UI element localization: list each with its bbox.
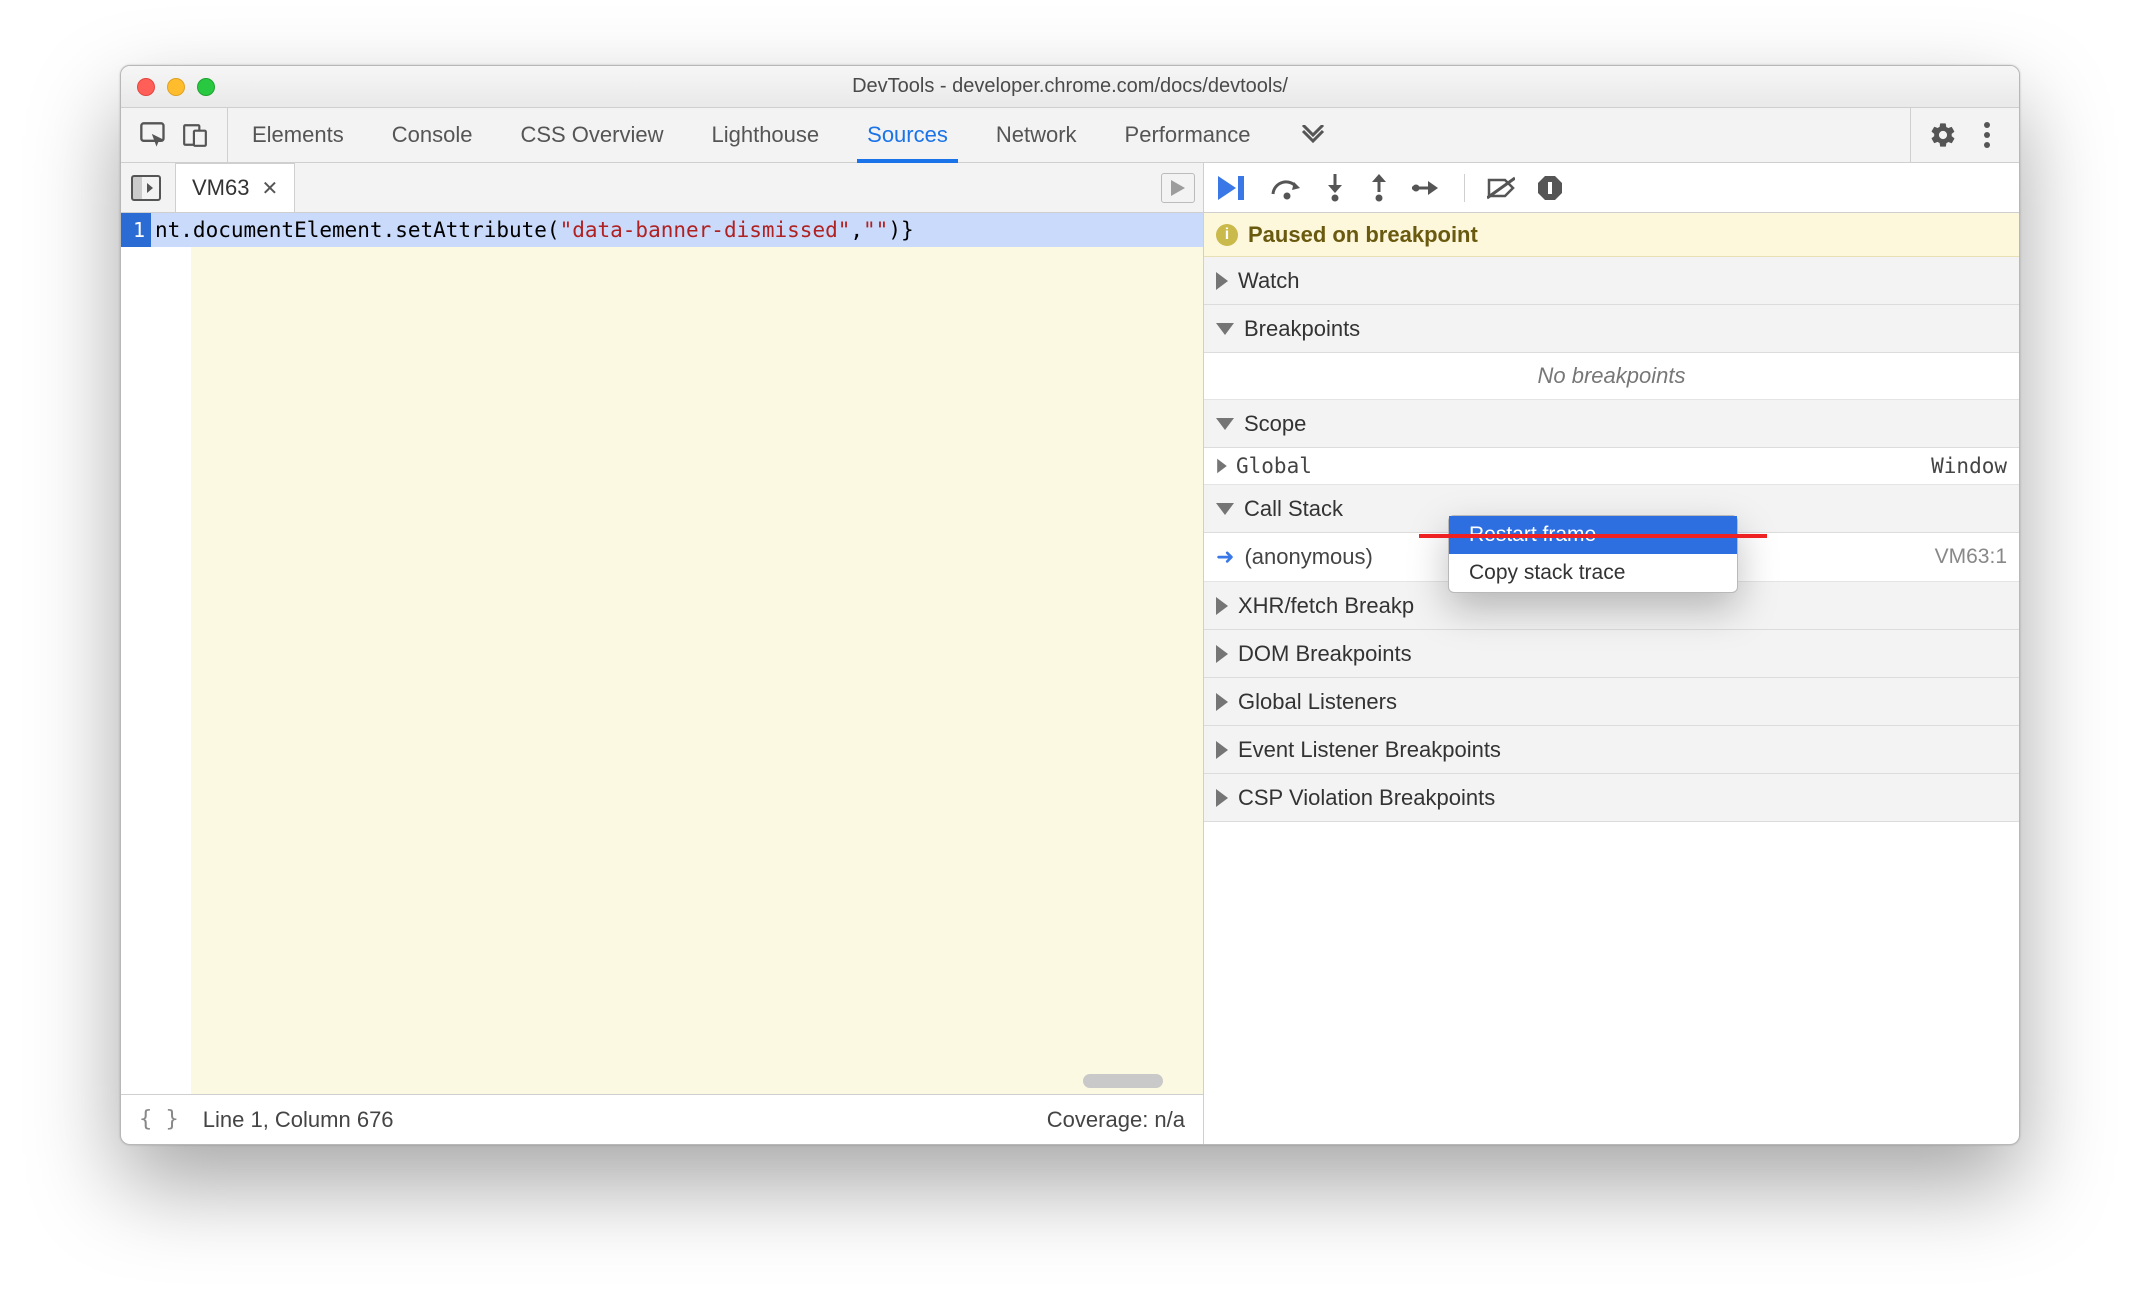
window-title: DevTools - developer.chrome.com/docs/dev… [121, 75, 2019, 98]
chevron-down-icon [1216, 503, 1234, 515]
scope-global-row[interactable]: Global Window [1204, 448, 2019, 484]
inspect-controls [121, 108, 228, 162]
chevron-right-icon [1216, 741, 1228, 759]
debugger-toolbar [1204, 163, 2019, 213]
chevron-down-icon [1216, 323, 1234, 335]
device-toolbar-icon[interactable] [177, 117, 213, 153]
source-editor-pane: VM63 ✕ 1 nt.documentElement.setAttribute… [121, 163, 1204, 1144]
no-breakpoints-text: No breakpoints [1204, 353, 2019, 399]
source-file-name: VM63 [192, 175, 249, 201]
chevron-right-icon [1216, 272, 1228, 290]
close-tab-icon[interactable]: ✕ [261, 176, 278, 201]
deactivate-breakpoints-icon[interactable] [1487, 176, 1515, 200]
paused-status: i Paused on breakpoint [1204, 213, 2019, 257]
kebab-menu-icon[interactable] [1969, 117, 2005, 153]
code-editor[interactable]: 1 nt.documentElement.setAttribute("data-… [121, 213, 1203, 1094]
section-csp-breakpoints[interactable]: CSP Violation Breakpoints [1204, 774, 2019, 822]
chevron-right-icon [1217, 459, 1227, 473]
section-global-listeners[interactable]: Global Listeners [1204, 678, 2019, 726]
horizontal-scrollbar[interactable] [1083, 1074, 1163, 1088]
frame-name: (anonymous) [1244, 544, 1372, 570]
section-breakpoints[interactable]: Breakpoints [1204, 305, 2019, 353]
pretty-print-icon[interactable]: { } [139, 1107, 179, 1132]
close-window-button[interactable] [137, 78, 155, 96]
strikethrough-annotation [1419, 534, 1767, 538]
tab-console[interactable]: Console [386, 108, 479, 162]
chevron-right-icon [1216, 597, 1228, 615]
line-number[interactable]: 1 [121, 213, 151, 247]
more-tabs-icon[interactable] [1293, 108, 1333, 162]
devtools-tabsbar: Elements Console CSS Overview Lighthouse… [121, 108, 2019, 163]
devtools-window: DevTools - developer.chrome.com/docs/dev… [120, 65, 2020, 1145]
tab-elements[interactable]: Elements [246, 108, 350, 162]
section-watch[interactable]: Watch [1204, 257, 2019, 305]
step-into-icon[interactable] [1324, 174, 1346, 202]
section-event-listener-breakpoints[interactable]: Event Listener Breakpoints [1204, 726, 2019, 774]
step-over-icon[interactable] [1270, 176, 1302, 200]
tab-performance[interactable]: Performance [1119, 108, 1257, 162]
navigator-toggle-icon[interactable] [129, 171, 163, 205]
source-file-tab[interactable]: VM63 ✕ [175, 163, 295, 212]
pause-on-exceptions-icon[interactable] [1537, 175, 1563, 201]
step-out-icon[interactable] [1368, 174, 1390, 202]
context-menu: Restart frame Copy stack trace [1448, 515, 1738, 593]
tabsbar-right [1910, 108, 2019, 162]
scope-global-value: Window [1931, 454, 2007, 478]
tab-lighthouse[interactable]: Lighthouse [705, 108, 825, 162]
chevron-right-icon [1216, 693, 1228, 711]
panel-tabs: Elements Console CSS Overview Lighthouse… [228, 108, 1910, 162]
code-line[interactable]: nt.documentElement.setAttribute("data-ba… [151, 213, 1203, 247]
section-dom-breakpoints[interactable]: DOM Breakpoints [1204, 630, 2019, 678]
context-menu-restart-frame[interactable]: Restart frame [1449, 516, 1737, 554]
inspect-element-icon[interactable] [135, 117, 171, 153]
tab-sources[interactable]: Sources [861, 108, 954, 162]
paused-label: Paused on breakpoint [1248, 222, 1478, 248]
section-scope[interactable]: Scope [1204, 400, 2019, 448]
cursor-position: Line 1, Column 676 [203, 1107, 394, 1133]
tab-css-overview[interactable]: CSS Overview [514, 108, 669, 162]
traffic-lights [121, 78, 215, 96]
current-frame-arrow-icon: ➜ [1216, 544, 1234, 570]
context-menu-copy-stack-trace[interactable]: Copy stack trace [1449, 554, 1737, 592]
chevron-down-icon [1216, 418, 1234, 430]
frame-location: VM63:1 [1935, 545, 2007, 569]
coverage-status: Coverage: n/a [1047, 1107, 1185, 1133]
call-stack-frame[interactable]: ➜ (anonymous) VM63:1 Restart frame Copy … [1204, 533, 2019, 581]
step-icon[interactable] [1412, 176, 1442, 200]
debugger-pane: i Paused on breakpoint Watch Breakpoints… [1204, 163, 2019, 1144]
editor-statusbar: { } Line 1, Column 676 Coverage: n/a [121, 1094, 1203, 1144]
tab-network[interactable]: Network [990, 108, 1083, 162]
chevron-right-icon [1216, 789, 1228, 807]
maximize-window-button[interactable] [197, 78, 215, 96]
run-snippet-icon[interactable] [1161, 173, 1195, 203]
settings-icon[interactable] [1925, 117, 1961, 153]
resume-icon[interactable] [1218, 176, 1248, 200]
minimize-window-button[interactable] [167, 78, 185, 96]
chevron-right-icon [1216, 645, 1228, 663]
window-titlebar: DevTools - developer.chrome.com/docs/dev… [121, 66, 2019, 108]
source-tabstrip: VM63 ✕ [121, 163, 1203, 213]
code-empty-space [191, 247, 1203, 1094]
info-icon: i [1216, 224, 1238, 246]
